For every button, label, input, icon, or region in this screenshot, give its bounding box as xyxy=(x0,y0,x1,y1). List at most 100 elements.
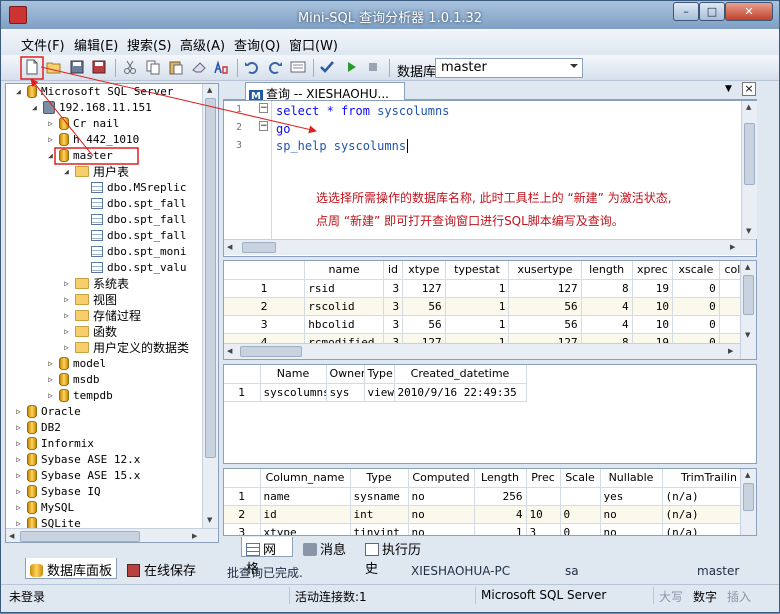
collapsed-icon[interactable]: ▷ xyxy=(16,500,25,516)
scroll-thumb[interactable] xyxy=(743,483,754,511)
collapsed-icon[interactable]: ▷ xyxy=(48,388,57,404)
tree-node[interactable]: dbo.spt_fall xyxy=(80,196,186,212)
options-icon[interactable] xyxy=(290,59,308,77)
menu-edit[interactable]: 编辑(E) xyxy=(74,35,118,54)
column-header[interactable]: Prec xyxy=(526,469,561,488)
maximize-button[interactable]: □ xyxy=(699,2,725,21)
menu-advanced[interactable]: 高级(A) xyxy=(180,35,225,54)
column-header[interactable] xyxy=(224,261,306,280)
scroll-thumb[interactable] xyxy=(242,242,276,253)
menu-file[interactable]: 文件(F) xyxy=(21,35,65,54)
collapsed-icon[interactable]: ▷ xyxy=(16,420,25,436)
result-grid-3[interactable]: Column_name Type Computed Length Prec Scale Nu… xyxy=(223,468,757,536)
table-row[interactable]: 3hbcolid35615641003 xyxy=(224,315,756,334)
scroll-right-icon[interactable]: ▶ xyxy=(728,347,733,355)
tab-query[interactable]: M 查询 -- XIESHAOHU... xyxy=(245,82,405,101)
table-row[interactable]: 1 syscolumns sys view 2010/9/16 22:49:35 xyxy=(224,383,527,402)
grid1-horizontal-scrollbar[interactable]: ◀ ▶ xyxy=(224,343,740,359)
tree-node[interactable]: ▷ Cr nail xyxy=(48,116,119,132)
copy-icon[interactable] xyxy=(145,59,163,77)
close-tab-button[interactable]: × xyxy=(742,82,756,96)
scroll-thumb[interactable] xyxy=(744,123,755,185)
save-icon[interactable] xyxy=(69,59,87,77)
scroll-right-icon[interactable]: ▶ xyxy=(730,243,735,251)
table-row[interactable]: 2 id int no 4 10 0 no (n/a) xyxy=(224,505,756,524)
database-select[interactable]: master xyxy=(435,58,583,78)
scroll-thumb[interactable] xyxy=(240,346,302,357)
tab-online-save[interactable]: 在线保存 xyxy=(123,558,207,579)
column-header[interactable]: Type xyxy=(350,469,409,488)
scroll-down-icon[interactable]: ▼ xyxy=(745,331,750,339)
tree-node[interactable]: ▷ tempdb xyxy=(48,388,113,404)
collapsed-icon[interactable]: ▷ xyxy=(16,436,25,452)
column-header[interactable]: Computed xyxy=(408,469,475,488)
cut-icon[interactable] xyxy=(122,59,140,77)
replace-icon[interactable] xyxy=(213,59,231,77)
collapsed-icon[interactable]: ▷ xyxy=(16,452,25,468)
column-header[interactable]: xtype xyxy=(402,261,446,280)
table-row[interactable]: 1 name sysname no 256 yes (n/a) xyxy=(224,487,756,506)
menu-query[interactable]: 查询(Q) xyxy=(234,35,280,54)
scroll-down-icon[interactable]: ▼ xyxy=(746,227,751,235)
column-header[interactable] xyxy=(224,365,261,384)
result-grid-1[interactable]: name id xtype typestat xusertype length xprec x… xyxy=(223,260,757,360)
new-query-icon[interactable] xyxy=(24,59,42,77)
result-grid-2[interactable]: Name Owner Type Created_datetime 1 syscolumns… xyxy=(223,364,757,464)
tree-node[interactable]: ▷ 用户定义的数据类 xyxy=(64,340,189,356)
grid3-vertical-scrollbar[interactable]: ▲ xyxy=(740,469,756,535)
tab-history[interactable]: 执行历史 xyxy=(361,537,435,577)
paste-icon[interactable] xyxy=(168,59,186,77)
open-icon[interactable] xyxy=(46,59,64,77)
table-row[interactable]: 2rscolid35615641002 xyxy=(224,297,756,316)
editor-vertical-scrollbar[interactable]: ▲ ▼ xyxy=(741,101,757,239)
column-header[interactable]: Scale xyxy=(560,469,601,488)
save-all-icon[interactable] xyxy=(91,59,109,77)
menu-window[interactable]: 窗口(W) xyxy=(289,35,338,54)
tree-node[interactable]: ▷ model xyxy=(48,356,106,372)
tree-node[interactable]: ▷ Oracle xyxy=(16,404,81,420)
tree-node[interactable]: ▷ Informix xyxy=(16,436,94,452)
tree-node[interactable]: ▷ Sybase ASE 12.x xyxy=(16,452,140,468)
tree-node[interactable]: ◢ Microsoft SQL Server xyxy=(16,84,173,100)
scroll-left-icon[interactable]: ◀ xyxy=(227,347,232,355)
column-header[interactable]: Type xyxy=(364,365,395,384)
expanded-icon[interactable]: ◢ xyxy=(48,148,57,164)
expanded-icon[interactable]: ◢ xyxy=(16,84,25,100)
minimize-button[interactable]: – xyxy=(673,2,699,21)
tab-list-dropdown-icon[interactable]: ▼ xyxy=(725,84,732,94)
expanded-icon[interactable]: ◢ xyxy=(64,164,73,180)
scroll-thumb[interactable] xyxy=(743,275,754,315)
tree-node[interactable]: dbo.spt_valu xyxy=(80,260,186,276)
tree-node[interactable]: ◢ 用户表 xyxy=(64,164,129,180)
scroll-down-icon[interactable]: ▼ xyxy=(207,516,212,524)
collapsed-icon[interactable]: ▷ xyxy=(64,308,73,324)
undo-icon[interactable] xyxy=(244,59,262,77)
redo-icon[interactable] xyxy=(267,59,285,77)
tree-node[interactable]: ▷ Sybase IQ xyxy=(16,484,101,500)
collapsed-icon[interactable]: ▷ xyxy=(64,292,73,308)
run-icon[interactable] xyxy=(343,59,361,77)
tree-node[interactable]: dbo.spt_fall xyxy=(80,212,186,228)
tree-node[interactable]: dbo.spt_moni xyxy=(80,244,186,260)
column-header[interactable]: typestat xyxy=(445,261,510,280)
clear-icon[interactable] xyxy=(191,59,209,77)
collapsed-icon[interactable]: ▷ xyxy=(16,468,25,484)
scroll-right-icon[interactable]: ▶ xyxy=(192,532,197,540)
collapse-icon[interactable]: − xyxy=(259,121,268,131)
scroll-up-icon[interactable]: ▲ xyxy=(207,86,212,94)
tree-node[interactable]: dbo.spt_fall xyxy=(80,228,186,244)
column-header[interactable]: xusertype xyxy=(508,261,582,280)
scroll-up-icon[interactable]: ▲ xyxy=(745,263,750,271)
column-header[interactable]: Owner xyxy=(326,365,365,384)
scroll-thumb[interactable] xyxy=(20,531,140,542)
scroll-left-icon[interactable]: ◀ xyxy=(227,243,232,251)
collapsed-icon[interactable]: ▷ xyxy=(64,340,73,356)
sql-editor[interactable]: 1 2 3 − − select * from syscolumns go sp… xyxy=(223,100,757,257)
tree-node[interactable]: dbo.MSreplic xyxy=(80,180,186,196)
collapsed-icon[interactable]: ▷ xyxy=(48,116,57,132)
scroll-up-icon[interactable]: ▲ xyxy=(746,103,751,111)
column-header[interactable]: Column_name xyxy=(260,469,351,488)
column-header[interactable]: Created_datetime xyxy=(394,365,527,384)
column-header[interactable]: Length xyxy=(474,469,527,488)
column-header[interactable]: name xyxy=(304,261,384,280)
